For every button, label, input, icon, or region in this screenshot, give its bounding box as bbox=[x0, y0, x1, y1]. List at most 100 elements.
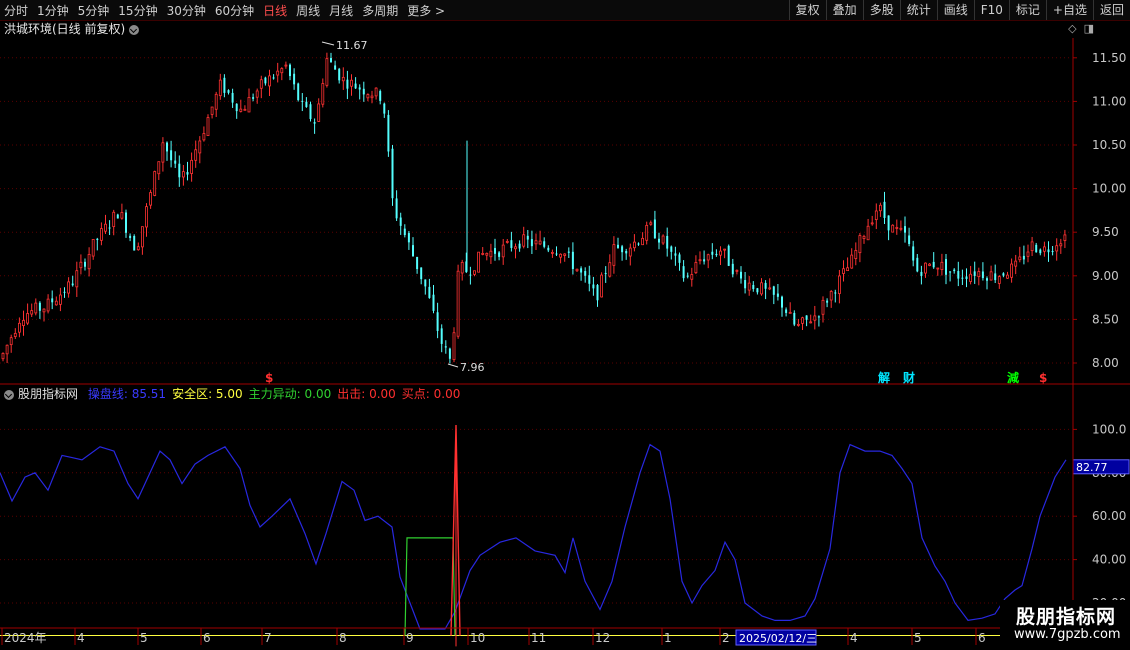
candle-body bbox=[338, 68, 341, 81]
candle-body bbox=[617, 244, 619, 248]
candle-body bbox=[416, 256, 419, 270]
candle-body bbox=[145, 206, 148, 228]
candle-body bbox=[612, 244, 616, 266]
candle-body bbox=[723, 248, 726, 251]
candle-body bbox=[498, 252, 501, 257]
candle-body bbox=[633, 241, 636, 249]
candle-body bbox=[666, 235, 669, 249]
candle-body bbox=[842, 268, 845, 274]
price-tick-label: 10.00 bbox=[1092, 182, 1126, 196]
candle-body bbox=[994, 273, 997, 281]
candle-body bbox=[625, 250, 628, 254]
candle-body bbox=[436, 312, 439, 331]
price-tick-label: 8.00 bbox=[1092, 356, 1119, 370]
candle-body bbox=[899, 227, 903, 230]
candle-body bbox=[706, 254, 710, 261]
candle-body bbox=[231, 92, 234, 103]
candle-body bbox=[826, 300, 829, 303]
candle-body bbox=[858, 235, 862, 254]
candle-body bbox=[317, 103, 321, 122]
candle-body bbox=[350, 79, 353, 87]
candle-body bbox=[764, 282, 767, 289]
candle-body bbox=[735, 269, 739, 272]
candle-body bbox=[510, 240, 513, 248]
candle-body bbox=[813, 315, 817, 321]
candle-body bbox=[30, 310, 34, 315]
candle-body bbox=[1035, 244, 1038, 253]
indicator-series bbox=[0, 425, 1072, 647]
candle-body bbox=[989, 271, 993, 281]
candle-body bbox=[383, 103, 386, 114]
candle-body bbox=[953, 269, 956, 272]
candle-body bbox=[744, 280, 747, 289]
candle-body bbox=[448, 348, 451, 359]
candle-body bbox=[5, 344, 9, 355]
time-label-10: 1 bbox=[664, 631, 672, 645]
candle-body bbox=[341, 76, 345, 82]
price-axis: 11.50 11.00 10.50 10.00 9.50 9.00 8.50 8.00 bbox=[1073, 51, 1126, 370]
candle-body bbox=[370, 95, 374, 99]
candle-body bbox=[538, 240, 542, 245]
candle-body bbox=[785, 309, 788, 313]
candle-body bbox=[206, 117, 210, 137]
indicator-menu-icon[interactable] bbox=[4, 389, 14, 400]
indicator-tick-label: 100.0 bbox=[1092, 422, 1126, 436]
candle-body bbox=[628, 247, 632, 257]
candle-body bbox=[924, 262, 927, 274]
candle-body bbox=[801, 317, 804, 324]
watermark-title: 股朋指标网 bbox=[1016, 606, 1117, 628]
candle-body bbox=[305, 101, 308, 107]
candle-body bbox=[223, 77, 226, 93]
candle-body bbox=[136, 246, 140, 251]
candle-body bbox=[54, 300, 58, 306]
price-annotations: 11.67 7.96 bbox=[321, 39, 485, 374]
candle-body bbox=[768, 287, 772, 290]
candle-body bbox=[268, 75, 271, 87]
candle-body bbox=[981, 271, 984, 279]
candle-body bbox=[891, 224, 895, 233]
candle-body bbox=[460, 261, 464, 274]
indicator-tick-label: 40.00 bbox=[1092, 553, 1126, 567]
candle-body bbox=[166, 142, 168, 152]
candle-body bbox=[932, 261, 935, 268]
time-label-12: 4 bbox=[850, 631, 858, 645]
candle-body bbox=[71, 283, 74, 286]
candle-body bbox=[887, 215, 890, 231]
candle-body bbox=[280, 68, 284, 74]
candle-body bbox=[1051, 251, 1054, 253]
candle-body bbox=[936, 267, 940, 270]
indicator-values: 操盘线: 85.51 安全区: 5.00 主力异动: 0.00 出击: 0.00 买点:… bbox=[88, 387, 467, 401]
candle-body bbox=[112, 211, 116, 227]
candle-body bbox=[17, 322, 21, 333]
high-pointer bbox=[321, 41, 335, 46]
candle-body bbox=[210, 106, 214, 115]
candle-body bbox=[87, 254, 91, 270]
candle-body bbox=[51, 298, 54, 303]
candle-body bbox=[157, 161, 161, 175]
chart-area[interactable]: 11.50 11.00 10.50 10.00 9.50 9.00 8.50 8.00 11.… bbox=[0, 0, 1130, 650]
candle-body bbox=[846, 267, 849, 272]
candle-body bbox=[38, 302, 41, 311]
candle-body bbox=[1018, 256, 1022, 261]
time-axis: 2024年 4 5 6 7 8 9 10 11 12 1 2 4 5 62025/02/12/三 bbox=[1, 628, 986, 646]
candle-body bbox=[945, 259, 947, 275]
time-label-1: 4 bbox=[77, 631, 85, 645]
candle-body bbox=[715, 253, 718, 256]
candle-body bbox=[694, 262, 698, 274]
candle-body bbox=[592, 284, 595, 289]
candle-body bbox=[604, 273, 607, 275]
candle-body bbox=[731, 263, 734, 275]
time-label-11: 2 bbox=[722, 631, 730, 645]
candle-body bbox=[259, 79, 263, 89]
candle-body bbox=[469, 274, 472, 276]
candle-body bbox=[252, 97, 255, 99]
candle-body bbox=[489, 250, 493, 258]
candle-body bbox=[218, 79, 222, 97]
candle-body bbox=[559, 253, 562, 258]
event-marker-0: $ bbox=[265, 371, 273, 385]
candle-body bbox=[149, 192, 153, 206]
candle-body bbox=[120, 212, 124, 219]
candle-body bbox=[412, 245, 414, 257]
candle-body bbox=[862, 235, 866, 239]
candle-body bbox=[977, 271, 981, 278]
